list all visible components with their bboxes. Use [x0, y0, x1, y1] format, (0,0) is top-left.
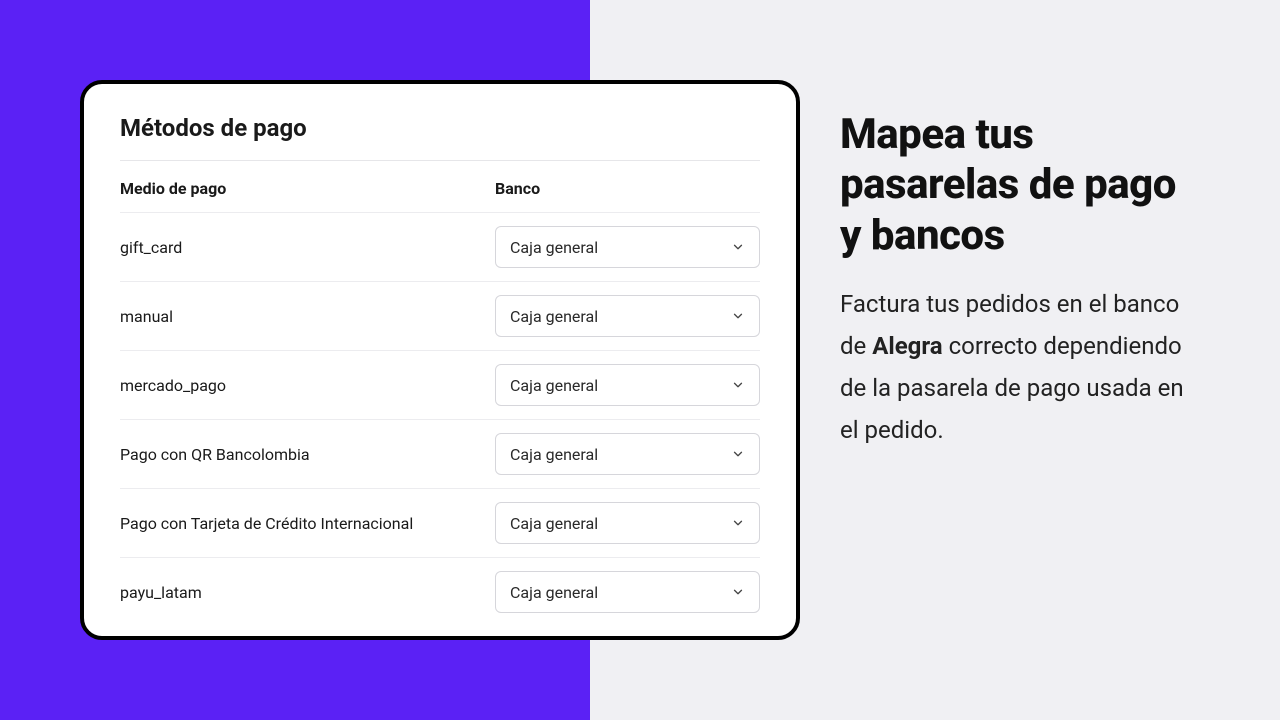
payment-method-label: payu_latam: [120, 583, 495, 602]
chevron-down-icon: [731, 378, 745, 392]
bank-select-value: Caja general: [510, 307, 598, 326]
bank-select-value: Caja general: [510, 514, 598, 533]
payment-methods-card: Métodos de pago Medio de pago Banco gift…: [80, 80, 800, 640]
table-body: gift_cardCaja generalmanualCaja generalm…: [120, 212, 760, 626]
payment-method-label: gift_card: [120, 238, 495, 257]
bank-select[interactable]: Caja general: [495, 226, 760, 268]
bank-select[interactable]: Caja general: [495, 571, 760, 613]
chevron-down-icon: [731, 240, 745, 254]
column-header-method: Medio de pago: [120, 179, 495, 198]
bank-select-value: Caja general: [510, 238, 598, 257]
card-title: Métodos de pago: [120, 114, 760, 142]
payment-method-label: Pago con QR Bancolombia: [120, 445, 495, 464]
marketing-body-bold: Alegra: [872, 332, 942, 360]
bank-select-value: Caja general: [510, 376, 598, 395]
chevron-down-icon: [731, 309, 745, 323]
table-row: manual Caja general: [120, 281, 760, 350]
bank-select[interactable]: Caja general: [495, 295, 760, 337]
table-row: mercado_pago Caja general: [120, 350, 760, 419]
column-header-bank: Banco: [495, 179, 760, 198]
table-row: Pago con Tarjeta de Crédito Internaciona…: [120, 488, 760, 557]
marketing-headline: Mapea tus pasarelas de pago y bancos: [840, 110, 1200, 261]
marketing-copy: Mapea tus pasarelas de pago y bancos Fac…: [840, 110, 1200, 451]
bank-select[interactable]: Caja general: [495, 364, 760, 406]
bank-select-value: Caja general: [510, 583, 598, 602]
chevron-down-icon: [731, 585, 745, 599]
payment-method-label: mercado_pago: [120, 376, 495, 395]
payment-method-label: Pago con Tarjeta de Crédito Internaciona…: [120, 514, 495, 533]
table-row: payu_latam Caja general: [120, 557, 760, 626]
table-header: Medio de pago Banco: [120, 161, 760, 212]
marketing-body: Factura tus pedidos en el banco de Alegr…: [840, 283, 1200, 451]
chevron-down-icon: [731, 516, 745, 530]
payment-method-label: manual: [120, 307, 495, 326]
bank-select[interactable]: Caja general: [495, 502, 760, 544]
table-row: Pago con QR Bancolombia Caja general: [120, 419, 760, 488]
bank-select[interactable]: Caja general: [495, 433, 760, 475]
stage: Métodos de pago Medio de pago Banco gift…: [0, 0, 1280, 720]
chevron-down-icon: [731, 447, 745, 461]
table-row: gift_card Caja general: [120, 212, 760, 281]
bank-select-value: Caja general: [510, 445, 598, 464]
